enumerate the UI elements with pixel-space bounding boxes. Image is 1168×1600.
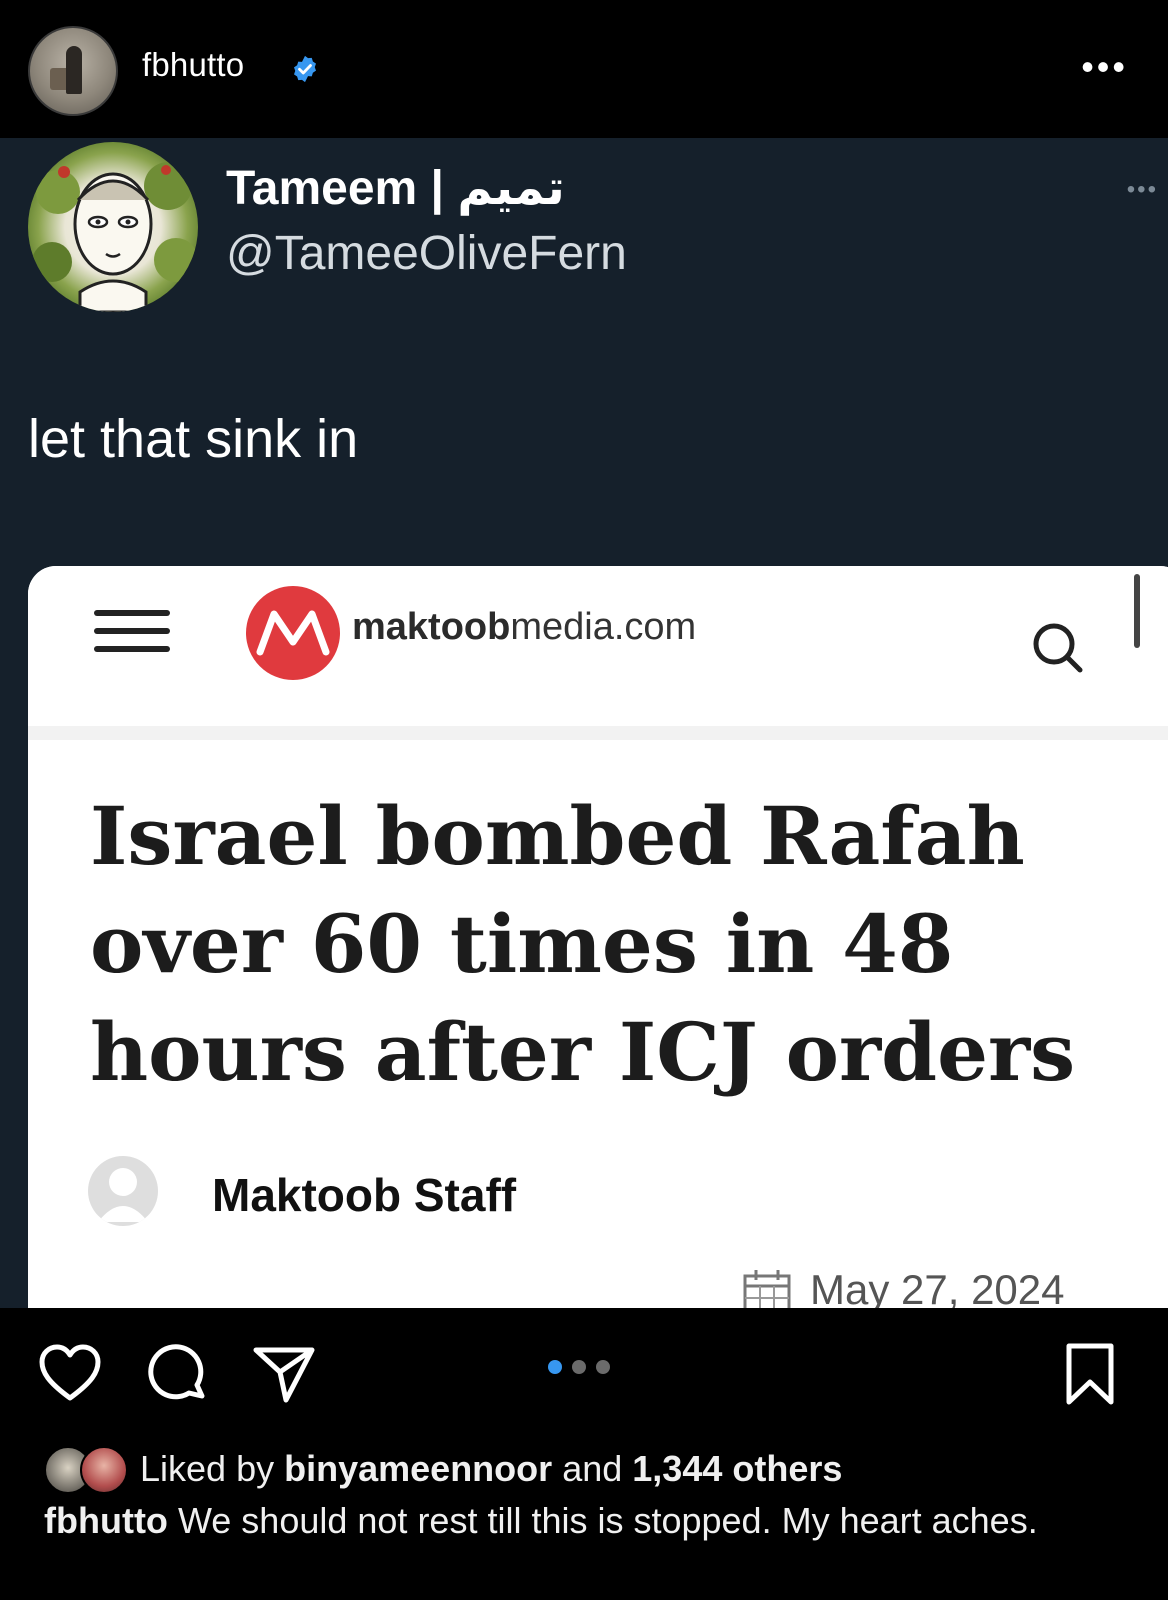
- carousel-dot: [572, 1360, 586, 1374]
- tweet-screenshot: Tameem | تميم @TameeOliveFern ••• let th…: [0, 138, 1168, 1308]
- scrollbar: [1134, 574, 1140, 648]
- post-actions: Liked by binyameennoor and 1,344 others …: [0, 1308, 1168, 1600]
- site-name: maktoobmedia.com: [352, 606, 697, 648]
- embedded-article-card: maktoobmedia.com Israel bombed Rafah ove…: [28, 566, 1168, 1308]
- carousel-dot: [548, 1360, 562, 1374]
- tweet-avatar: [28, 142, 198, 312]
- calendar-icon: [743, 1270, 791, 1308]
- author-avatar-icon: [88, 1156, 158, 1226]
- article-author: Maktoob Staff: [212, 1169, 517, 1221]
- post-caption: fbhutto We should not rest till this is …: [44, 1500, 1044, 1542]
- save-bookmark-icon[interactable]: [1064, 1342, 1116, 1406]
- caption-text: We should not rest till this is stopped.…: [177, 1500, 1038, 1541]
- carousel-dot: [596, 1360, 610, 1374]
- like-heart-icon[interactable]: [38, 1344, 102, 1404]
- post-header: fbhutto •••: [0, 0, 1168, 138]
- caption-username[interactable]: fbhutto: [44, 1500, 168, 1541]
- maktoob-logo: [246, 586, 340, 680]
- search-icon: [1033, 623, 1083, 673]
- tweet-handle[interactable]: @TameeOliveFern: [226, 226, 627, 281]
- avatar: [80, 1446, 128, 1494]
- tweet-text: let that sink in: [28, 409, 359, 469]
- post-username[interactable]: fbhutto: [142, 46, 244, 84]
- likes-text[interactable]: Liked by binyameennoor and 1,344 others: [140, 1448, 842, 1490]
- carousel-indicator: [548, 1360, 620, 1379]
- tweet-more-icon: •••: [1126, 176, 1158, 203]
- comment-icon[interactable]: [146, 1342, 210, 1406]
- avatar[interactable]: [28, 26, 118, 116]
- tweet-display-name[interactable]: Tameem | تميم: [226, 160, 565, 216]
- more-options-icon[interactable]: •••: [1081, 49, 1128, 85]
- article-headline: Israel bombed Rafah over 60 times in 48 …: [90, 789, 1076, 1099]
- hamburger-menu-icon: [94, 610, 170, 670]
- verified-badge-icon: [294, 55, 316, 83]
- article-site-header: maktoobmedia.com: [28, 566, 1168, 740]
- share-icon[interactable]: [252, 1342, 316, 1406]
